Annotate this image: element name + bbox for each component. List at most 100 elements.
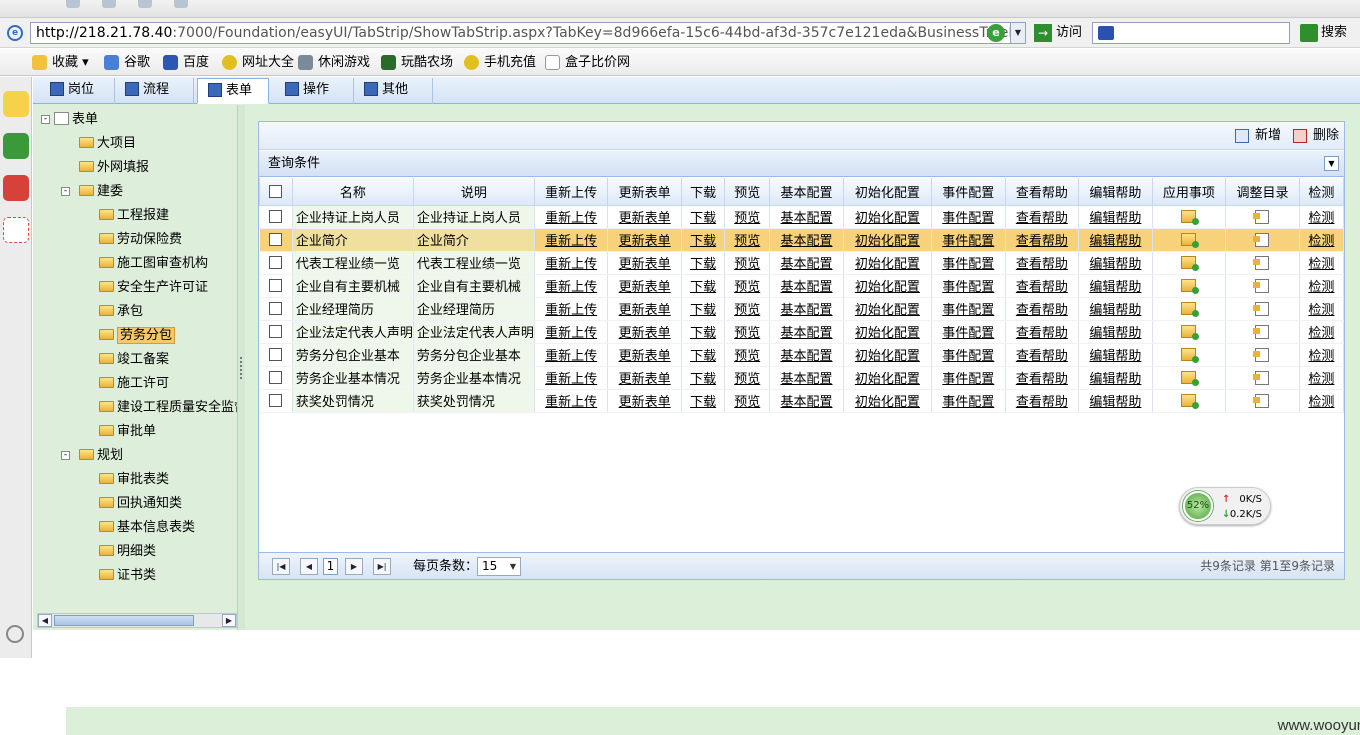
action-link[interactable]: 下载 bbox=[690, 234, 716, 249]
row-checkbox-cell[interactable] bbox=[259, 343, 293, 367]
action-link[interactable]: 下载 bbox=[690, 303, 716, 318]
tree-node[interactable]: 施工许可 bbox=[99, 374, 169, 394]
action-link[interactable]: 下载 bbox=[690, 326, 716, 341]
adjust-directory-icon[interactable] bbox=[1253, 232, 1270, 247]
favorites-item[interactable]: 玩酷农场 bbox=[381, 53, 453, 72]
action-link[interactable]: 预览 bbox=[734, 303, 760, 318]
scroll-left-icon[interactable]: ◀ bbox=[38, 614, 52, 627]
apply-items-icon[interactable] bbox=[1181, 233, 1200, 248]
scroll-thumb[interactable] bbox=[54, 615, 194, 626]
tree-node[interactable]: - 建委 bbox=[61, 182, 123, 202]
adjust-directory-icon[interactable] bbox=[1253, 370, 1270, 385]
action-link[interactable]: 事件配置 bbox=[942, 280, 994, 295]
apply-items-icon[interactable] bbox=[1181, 325, 1200, 340]
tree-node[interactable]: 竣工备案 bbox=[99, 350, 169, 370]
action-link[interactable]: 下载 bbox=[690, 280, 716, 295]
action-link[interactable]: 查看帮助 bbox=[1016, 280, 1068, 295]
adjust-directory-icon[interactable] bbox=[1253, 324, 1270, 339]
tree-node[interactable]: 施工图审查机构 bbox=[99, 254, 208, 274]
query-section-header[interactable]: 查询条件 ▼ bbox=[259, 151, 1344, 177]
action-link[interactable]: 重新上传 bbox=[545, 326, 597, 341]
check-link[interactable]: 检测 bbox=[1308, 326, 1334, 341]
adjust-directory-icon[interactable] bbox=[1253, 209, 1270, 224]
action-link[interactable]: 初始化配置 bbox=[855, 395, 920, 410]
check-link[interactable]: 检测 bbox=[1308, 395, 1334, 410]
check-link[interactable]: 检测 bbox=[1308, 257, 1334, 272]
column-header[interactable]: 调整目录 bbox=[1225, 178, 1300, 206]
action-link[interactable]: 更新表单 bbox=[619, 257, 671, 272]
action-link[interactable]: 编辑帮助 bbox=[1089, 372, 1141, 387]
action-link[interactable]: 更新表单 bbox=[619, 395, 671, 410]
next-page-icon[interactable]: ▶ bbox=[345, 558, 363, 575]
check-link[interactable]: 检测 bbox=[1308, 234, 1334, 249]
select-all-checkbox[interactable] bbox=[269, 184, 283, 198]
favorites-item[interactable]: 网址大全 bbox=[222, 53, 294, 72]
column-header[interactable]: 编辑帮助 bbox=[1078, 178, 1153, 206]
action-link[interactable]: 基本配置 bbox=[780, 257, 832, 272]
action-link[interactable]: 更新表单 bbox=[619, 234, 671, 249]
action-link[interactable]: 预览 bbox=[734, 280, 760, 295]
apply-items-icon[interactable] bbox=[1181, 394, 1200, 409]
adjust-directory-icon[interactable] bbox=[1253, 301, 1270, 316]
action-link[interactable]: 查看帮助 bbox=[1016, 257, 1068, 272]
action-link[interactable]: 更新表单 bbox=[619, 280, 671, 295]
check-link[interactable]: 检测 bbox=[1308, 211, 1334, 226]
network-speed-widget[interactable]: 52% ↑ 0K/S ↓ 0.2K/S bbox=[1179, 487, 1271, 525]
search-button[interactable]: 搜索 bbox=[1300, 23, 1347, 43]
row-checkbox-cell[interactable] bbox=[259, 274, 293, 298]
action-link[interactable]: 查看帮助 bbox=[1016, 395, 1068, 410]
action-link[interactable]: 基本配置 bbox=[780, 326, 832, 341]
splitter-grip-icon[interactable] bbox=[240, 357, 242, 379]
action-link[interactable]: 基本配置 bbox=[780, 349, 832, 364]
action-link[interactable]: 基本配置 bbox=[780, 211, 832, 226]
select-all-checkbox-cell[interactable] bbox=[259, 178, 293, 206]
table-row[interactable]: 获奖处罚情况 获奖处罚情况 重新上传 更新表单 下载 预览 基本配置 初始化配置 事件配置 查看帮… bbox=[259, 389, 1345, 413]
action-link[interactable]: 更新表单 bbox=[619, 349, 671, 364]
action-link[interactable]: 事件配置 bbox=[942, 326, 994, 341]
mail-icon[interactable] bbox=[3, 217, 29, 243]
action-link[interactable]: 初始化配置 bbox=[855, 349, 920, 364]
row-checkbox[interactable] bbox=[269, 394, 283, 407]
action-link[interactable]: 基本配置 bbox=[780, 234, 832, 249]
action-link[interactable]: 重新上传 bbox=[545, 372, 597, 387]
toolbar-icon[interactable] bbox=[138, 0, 152, 8]
apply-items-icon[interactable] bbox=[1181, 210, 1200, 225]
add-button[interactable]: 新增 bbox=[1235, 127, 1281, 145]
adjust-directory-icon[interactable] bbox=[1253, 255, 1270, 270]
apply-items-icon[interactable] bbox=[1181, 279, 1200, 294]
go-button[interactable]: 访问 bbox=[1034, 23, 1082, 43]
tree-node[interactable]: 建设工程质量安全监督 bbox=[99, 398, 237, 418]
action-link[interactable]: 事件配置 bbox=[942, 257, 994, 272]
page-size-select[interactable]: 15 ▼ bbox=[477, 557, 521, 576]
column-header[interactable]: 预览 bbox=[724, 178, 771, 206]
adjust-directory-icon[interactable] bbox=[1253, 393, 1270, 408]
search-input[interactable] bbox=[1092, 22, 1290, 44]
action-link[interactable]: 查看帮助 bbox=[1016, 372, 1068, 387]
table-row[interactable]: 企业自有主要机械 企业自有主要机械 重新上传 更新表单 下载 预览 基本配置 初始化配置 事件配… bbox=[259, 274, 1345, 298]
action-link[interactable]: 重新上传 bbox=[545, 303, 597, 318]
tab-post[interactable]: 岗位 bbox=[40, 78, 115, 104]
action-link[interactable]: 查看帮助 bbox=[1016, 211, 1068, 226]
tab-other[interactable]: 其他 bbox=[354, 78, 433, 104]
action-link[interactable]: 编辑帮助 bbox=[1089, 280, 1141, 295]
row-checkbox[interactable] bbox=[269, 348, 283, 361]
row-checkbox[interactable] bbox=[269, 302, 283, 315]
action-link[interactable]: 查看帮助 bbox=[1016, 326, 1068, 341]
tree-horizontal-scrollbar[interactable]: ◀ ▶ bbox=[37, 613, 237, 628]
action-link[interactable]: 初始化配置 bbox=[855, 303, 920, 318]
action-link[interactable]: 更新表单 bbox=[619, 372, 671, 387]
row-checkbox[interactable] bbox=[269, 256, 283, 269]
action-link[interactable]: 编辑帮助 bbox=[1089, 326, 1141, 341]
action-link[interactable]: 预览 bbox=[734, 372, 760, 387]
table-row[interactable]: 劳务分包企业基本 劳务分包企业基本 重新上传 更新表单 下载 预览 基本配置 初始化配置 事件配… bbox=[259, 343, 1345, 367]
tree-node[interactable]: 基本信息表类 bbox=[99, 518, 195, 538]
action-link[interactable]: 初始化配置 bbox=[855, 326, 920, 341]
favorites-item[interactable]: 收藏 ▾ bbox=[32, 53, 89, 72]
table-row[interactable]: 企业简介 企业简介 重新上传 更新表单 下载 预览 基本配置 初始化配置 事件配置 查看帮助 编辑帮… bbox=[259, 228, 1345, 252]
column-header[interactable]: 名称 bbox=[291, 178, 414, 206]
tree-node[interactable]: 劳动保险费 bbox=[99, 230, 182, 250]
action-link[interactable]: 编辑帮助 bbox=[1089, 349, 1141, 364]
check-link[interactable]: 检测 bbox=[1308, 280, 1334, 295]
column-header[interactable]: 检测 bbox=[1298, 178, 1345, 206]
apply-items-icon[interactable] bbox=[1181, 348, 1200, 363]
